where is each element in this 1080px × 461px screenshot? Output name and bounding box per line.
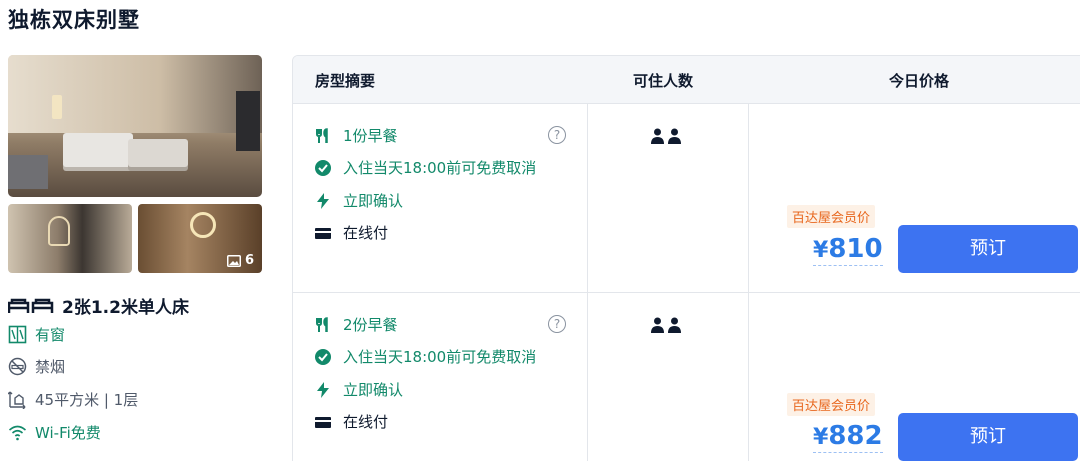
person-icon (651, 317, 664, 333)
help-icon[interactable]: ? (548, 315, 566, 333)
bed-description: 2张1.2米单人床 (62, 298, 189, 318)
feature-area-label: 45平方米 | 1层 (35, 391, 139, 409)
lightning-icon (317, 381, 329, 398)
book-button[interactable]: 预订 (898, 225, 1078, 273)
feature-no-smoking: 禁烟 (8, 356, 65, 377)
member-price-badge: 百达屋会员价 (787, 205, 876, 228)
feature-window-label: 有窗 (35, 326, 66, 344)
breakfast-label: 2份早餐 (343, 316, 398, 334)
price-value: 882 (828, 421, 883, 451)
feature-window: 有窗 (8, 324, 65, 345)
rate-table-header: 房型摘要 可住人数 今日价格 (293, 56, 1080, 103)
area-icon (8, 391, 26, 409)
person-icon (651, 128, 664, 144)
check-circle-icon (315, 348, 331, 365)
room-title: 独栋双床别墅 (8, 8, 140, 32)
currency-symbol: ¥ (813, 238, 829, 263)
book-button[interactable]: 预订 (898, 413, 1078, 461)
card-icon (315, 227, 331, 239)
breakfast-label: 1份早餐 (343, 127, 398, 145)
rate-row: 2份早餐 ? 入住当天18:00前可免费取消 立即确认 在线付 百达屋会员价 ¥… (293, 292, 1080, 461)
room-thumbnail-photo-more[interactable]: 6 (138, 204, 262, 273)
header-room-summary: 房型摘要 (315, 72, 376, 90)
window-icon (8, 325, 27, 344)
feature-area: 45平方米 | 1层 (8, 389, 138, 410)
room-main-photo[interactable] (8, 55, 262, 197)
cancel-policy: 入住当天18:00前可免费取消 (315, 346, 536, 367)
card-icon (315, 416, 331, 428)
lightning-icon (317, 192, 329, 209)
twin-bed-icon (8, 298, 54, 313)
cancel-policy: 入住当天18:00前可免费取消 (315, 157, 536, 178)
breakfast-policy: 1份早餐 (315, 125, 398, 146)
confirm-label: 立即确认 (343, 192, 404, 210)
check-circle-icon (315, 159, 331, 176)
payment-policy: 在线付 (315, 411, 388, 432)
payment-policy: 在线付 (315, 222, 388, 243)
confirm-policy: 立即确认 (315, 379, 403, 400)
utensils-icon (316, 316, 328, 332)
header-price: 今日价格 (889, 72, 950, 90)
guest-capacity (651, 128, 681, 144)
bed-info: 2张1.2米单人床 (8, 293, 189, 318)
payment-label: 在线付 (343, 224, 389, 242)
confirm-policy: 立即确认 (315, 190, 403, 211)
confirm-label: 立即确认 (343, 381, 404, 399)
guest-capacity (651, 317, 681, 333)
photo-count: 6 (226, 253, 254, 268)
feature-no-smoking-label: 禁烟 (35, 358, 66, 376)
person-icon (668, 317, 681, 333)
wifi-icon (8, 425, 27, 441)
currency-symbol: ¥ (813, 425, 829, 450)
feature-wifi: Wi-Fi免费 (8, 422, 101, 443)
member-price-badge: 百达屋会员价 (787, 393, 876, 416)
price-value: 810 (828, 234, 883, 264)
person-icon (668, 128, 681, 144)
cancel-label[interactable]: 入住当天18:00前可免费取消 (343, 346, 536, 367)
payment-label: 在线付 (343, 413, 389, 431)
room-price[interactable]: ¥810 (813, 234, 883, 266)
room-thumbnail-photo[interactable] (8, 204, 132, 273)
room-price[interactable]: ¥882 (813, 421, 883, 453)
no-smoking-icon (8, 357, 27, 376)
header-guests: 可住人数 (633, 72, 694, 90)
feature-wifi-label: Wi-Fi免费 (35, 424, 101, 442)
rate-row: 1份早餐 ? 入住当天18:00前可免费取消 立即确认 在线付 百达屋会员价 ¥… (293, 103, 1080, 292)
photo-count-value: 6 (244, 253, 254, 268)
image-icon (226, 254, 241, 267)
help-icon[interactable]: ? (548, 126, 566, 144)
cancel-label[interactable]: 入住当天18:00前可免费取消 (343, 157, 536, 178)
breakfast-policy: 2份早餐 (315, 314, 398, 335)
rate-table: 房型摘要 可住人数 今日价格 1份早餐 ? 入住当天18:00前可免费取消 立即… (292, 55, 1080, 461)
utensils-icon (316, 127, 328, 143)
